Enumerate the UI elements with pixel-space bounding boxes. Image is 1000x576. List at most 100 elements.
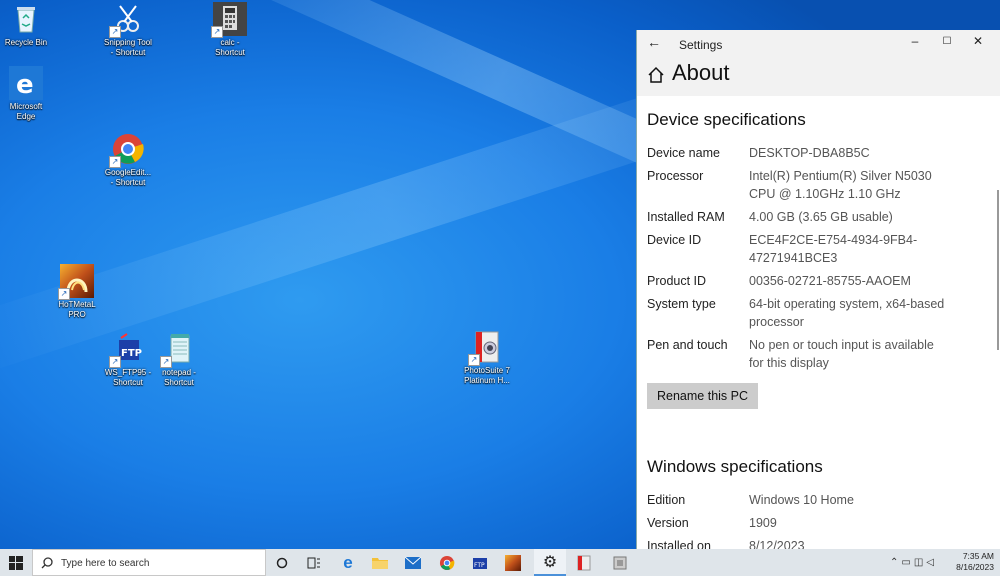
- network-icon[interactable]: ◫: [914, 557, 926, 568]
- calc-label: calc - Shortcut: [215, 38, 245, 57]
- spec-value: 4.00 GB (3.65 GB usable): [749, 210, 893, 224]
- ftp-icon: FTP ↗: [109, 332, 145, 368]
- battery-icon[interactable]: ▭: [901, 557, 913, 568]
- notepad-label: notepad - Shortcut: [162, 368, 196, 387]
- taskbar-search-box[interactable]: Type here to search: [32, 549, 266, 576]
- recycle-bin-image: [9, 2, 43, 36]
- scissors-icon: ↗: [109, 2, 145, 38]
- chrome-shortcut-icon[interactable]: ↗ GoogleEdit... - Shortcut: [96, 132, 160, 188]
- snipping-tool-label: Snipping Tool - Shortcut: [104, 38, 152, 57]
- spec-row: Installed on 8/12/2023: [647, 537, 991, 549]
- spec-value: 1909: [749, 516, 777, 530]
- edge-logo-icon: e: [9, 66, 43, 100]
- spec-row: Device ID ECE4F2CE-E754-4934-9FB4-4727194…: [647, 231, 991, 267]
- folder-icon: [372, 558, 388, 569]
- spec-key: Device name: [647, 146, 720, 160]
- about-content: Device specifications Device name DESKTOP…: [637, 110, 1000, 549]
- taskbar-hotmetal[interactable]: [497, 549, 529, 576]
- title-bar: ← Settings – ☐ ✕: [637, 30, 1000, 58]
- spec-value: DESKTOP-DBA8B5C: [749, 146, 870, 160]
- edge-icon[interactable]: e Microsoft Edge: [0, 66, 58, 122]
- spec-key: Processor: [647, 169, 704, 183]
- chrome-label: GoogleEdit... - Shortcut: [104, 168, 152, 187]
- page-header: About: [637, 58, 1000, 96]
- taskbar-edge[interactable]: e: [332, 549, 364, 576]
- cortana-circle-icon: [276, 557, 288, 568]
- minimize-icon[interactable]: –: [905, 34, 925, 48]
- spec-row: Edition Windows 10 Home: [647, 491, 991, 509]
- cortana-button[interactable]: [266, 549, 298, 576]
- edge-label: Microsoft Edge: [9, 102, 43, 121]
- photosuite-icon[interactable]: ↗ PhotoSuite 7 Platinum H...: [455, 330, 519, 386]
- task-view-button[interactable]: [298, 549, 330, 576]
- device-specs-list: Device name DESKTOP-DBA8B5C Processor Intel…: [647, 144, 991, 372]
- taskbar-chrome[interactable]: [431, 549, 463, 576]
- back-arrow-icon[interactable]: ←: [647, 34, 661, 50]
- spec-value: Intel(R) Pentium(R) Silver N5030 CPU @ 1…: [749, 169, 932, 201]
- recycle-bin-label: Recycle Bin: [4, 38, 48, 47]
- notepad-icon: ↗: [160, 332, 196, 368]
- taskbar-mail[interactable]: [397, 549, 429, 576]
- taskbar: Type here to search e FTP ⚙ ⌃▭◫◁ 7:35 AM…: [0, 549, 1000, 576]
- spec-row: Processor Intel(R) Pentium(R) Silver N503…: [647, 167, 991, 203]
- svg-text:FTP: FTP: [474, 562, 485, 569]
- snipping-tool-shortcut-icon[interactable]: ↗ Snipping Tool - Shortcut: [96, 2, 160, 58]
- window-title: Settings: [679, 38, 723, 52]
- recycle-bin-icon[interactable]: Recycle Bin: [0, 2, 58, 48]
- hotmetal-logo-icon: ↗: [58, 264, 94, 300]
- taskbar-wsftp[interactable]: FTP: [464, 549, 496, 576]
- scrollbar[interactable]: [997, 190, 999, 350]
- spec-value: 00356-02721-85755-AAOEM: [749, 274, 911, 288]
- spec-row: Pen and touch No pen or touch input is av…: [647, 336, 991, 372]
- spec-value: Windows 10 Home: [749, 493, 854, 507]
- gear-icon: ⚙: [542, 553, 558, 571]
- calc-shortcut-icon[interactable]: ↗ calc - Shortcut: [198, 2, 262, 58]
- clock[interactable]: 7:35 AM 8/16/2023: [956, 551, 994, 573]
- svg-text:FTP: FTP: [121, 348, 142, 359]
- mail-icon: [405, 556, 421, 569]
- taskbar-file-explorer[interactable]: [364, 549, 396, 576]
- svg-text:e: e: [16, 70, 34, 100]
- home-icon[interactable]: [647, 66, 665, 84]
- spec-row: Installed RAM 4.00 GB (3.65 GB usable): [647, 208, 991, 226]
- search-placeholder: Type here to search: [61, 558, 150, 569]
- task-view-icon: [307, 557, 320, 568]
- hotmetal-label: HoTMetaL PRO: [58, 300, 96, 319]
- taskbar-app[interactable]: [604, 549, 636, 576]
- windows-logo-icon: [9, 555, 23, 570]
- page-title: About: [672, 60, 730, 85]
- volume-icon[interactable]: ◁: [926, 557, 937, 568]
- spec-value: No pen or touch input is available for t…: [749, 338, 934, 370]
- spec-row: Version 1909: [647, 514, 991, 532]
- hotmetal-taskbar-icon: [505, 554, 521, 571]
- spec-row: System type 64-bit operating system, x64-…: [647, 295, 991, 331]
- ftp-taskbar-icon: FTP: [473, 557, 487, 569]
- windows-specs-heading: Windows specifications: [647, 457, 823, 476]
- taskbar-photosuite[interactable]: [568, 549, 600, 576]
- start-button[interactable]: [0, 549, 32, 576]
- search-icon: [41, 557, 53, 569]
- notepad-shortcut-icon[interactable]: ↗ notepad - Shortcut: [147, 332, 211, 388]
- close-icon[interactable]: ✕: [968, 34, 988, 48]
- spec-value: ECE4F2CE-E754-4934-9FB4-47271941BCE3: [749, 233, 918, 265]
- chevron-up-icon[interactable]: ⌃: [890, 557, 901, 568]
- device-specs-heading: Device specifications: [647, 110, 806, 129]
- rename-pc-button[interactable]: Rename this PC: [647, 383, 759, 409]
- hotmetal-pro-icon[interactable]: ↗ HoTMetaL PRO: [45, 264, 109, 320]
- spec-key: Pen and touch: [647, 338, 728, 352]
- spec-key: Installed on: [647, 539, 711, 549]
- spec-row: Device name DESKTOP-DBA8B5C: [647, 144, 991, 162]
- chrome-taskbar-icon: [439, 555, 455, 570]
- maximize-icon[interactable]: ☐: [937, 36, 957, 47]
- taskbar-settings[interactable]: ⚙: [534, 549, 566, 576]
- edge-taskbar-icon: e: [343, 552, 353, 572]
- photosuite-taskbar-icon: [577, 555, 591, 570]
- spec-key: Version: [647, 516, 689, 530]
- desktop: Recycle Bin ↗ Snipping Tool - Shortcut ↗…: [0, 0, 1000, 549]
- spec-row: Product ID 00356-02721-85755-AAOEM: [647, 272, 991, 290]
- photosuite-label: PhotoSuite 7 Platinum H...: [464, 366, 510, 385]
- system-tray[interactable]: ⌃▭◫◁: [890, 557, 937, 568]
- spec-key: Product ID: [647, 274, 707, 288]
- spec-key: Edition: [647, 493, 686, 507]
- spec-key: Device ID: [647, 233, 702, 247]
